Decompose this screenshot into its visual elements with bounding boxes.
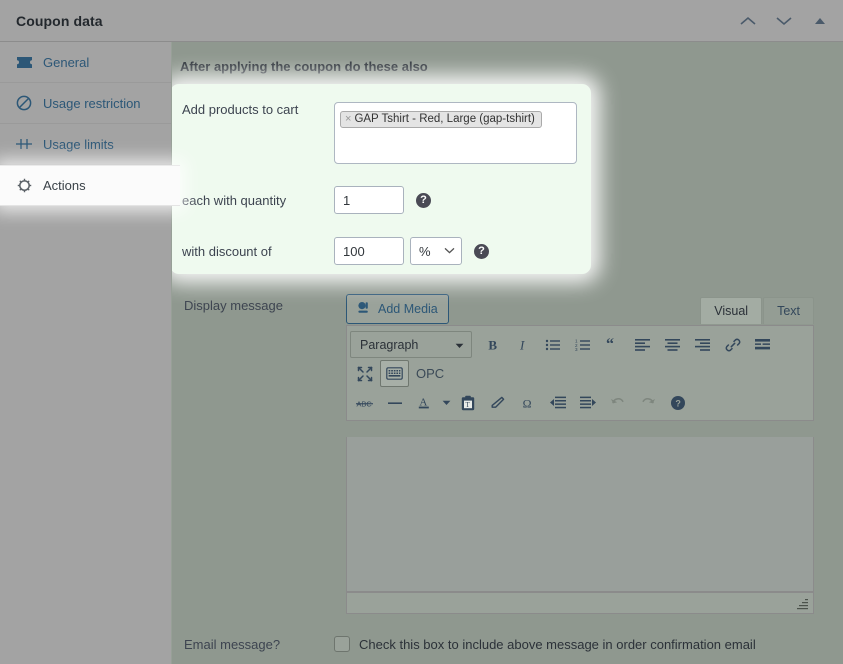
actions-panel-content: After applying the coupon do these also … bbox=[172, 42, 843, 664]
quantity-input[interactable]: 1 bbox=[334, 186, 404, 214]
panel-header: Coupon data bbox=[0, 0, 843, 42]
svg-text:I: I bbox=[519, 337, 525, 352]
tab-text[interactable]: Text bbox=[763, 297, 814, 324]
limits-icon bbox=[14, 134, 34, 154]
format-select-value: Paragraph bbox=[360, 337, 419, 352]
editor-toolbar: Paragraph B I 1 2 3 “ OPC ABC A T Ω ? bbox=[346, 325, 814, 421]
paste-as-text-icon[interactable]: T bbox=[453, 389, 482, 416]
page-title: Coupon data bbox=[16, 12, 103, 29]
display-message-row: Display message Add Media Visual Text Pa… bbox=[184, 294, 824, 614]
special-character-icon[interactable]: Ω bbox=[513, 389, 542, 416]
sidebar-item-actions[interactable]: Actions bbox=[0, 165, 180, 206]
editor-top-bar: Add Media Visual Text bbox=[346, 294, 814, 326]
discount-unit-select[interactable]: % bbox=[410, 237, 462, 265]
horizontal-rule-icon[interactable] bbox=[380, 389, 409, 416]
svg-text:T: T bbox=[465, 401, 470, 409]
discount-label: with discount of bbox=[182, 243, 272, 259]
align-right-icon[interactable] bbox=[688, 331, 717, 358]
editor-status-bar bbox=[346, 592, 814, 614]
sidebar-item-label: Actions bbox=[43, 178, 86, 193]
editor-resize-handle[interactable] bbox=[796, 597, 810, 611]
editor-content-area[interactable] bbox=[346, 437, 814, 592]
discount-help-icon[interactable]: ? bbox=[474, 243, 489, 259]
numbered-list-icon[interactable]: 1 2 3 bbox=[568, 331, 597, 358]
bold-icon[interactable]: B bbox=[478, 331, 507, 358]
text-color-dropdown-icon[interactable] bbox=[440, 389, 452, 416]
add-products-input[interactable]: × GAP Tshirt - Red, Large (gap-tshirt) bbox=[334, 102, 577, 164]
toggle-panel-button[interactable] bbox=[811, 12, 829, 30]
sidebar-item-usage-restriction[interactable]: Usage restriction bbox=[0, 83, 171, 124]
keyboard-shortcuts-help-icon[interactable]: ? bbox=[663, 389, 692, 416]
sidebar-item-label: General bbox=[43, 54, 90, 70]
quantity-row: each with quantity 1 ? bbox=[182, 186, 431, 214]
sidebar-item-label: Usage limits bbox=[43, 136, 114, 152]
wp-editor: Add Media Visual Text Paragraph B I 1 2 … bbox=[346, 294, 814, 614]
media-icon bbox=[357, 301, 372, 318]
svg-text:3: 3 bbox=[575, 347, 578, 352]
italic-icon[interactable]: I bbox=[508, 331, 537, 358]
email-message-checkbox-label: Check this box to include above message … bbox=[359, 636, 756, 652]
align-left-icon[interactable] bbox=[628, 331, 657, 358]
format-select[interactable]: Paragraph bbox=[350, 331, 472, 358]
email-message-label: Email message? bbox=[184, 636, 281, 652]
link-icon[interactable] bbox=[718, 331, 747, 358]
blockquote-icon[interactable]: “ bbox=[598, 331, 627, 358]
section-heading: After applying the coupon do these also bbox=[180, 59, 428, 74]
add-products-row: Add products to cart × GAP Tshirt - Red,… bbox=[182, 102, 577, 164]
undo-icon[interactable] bbox=[603, 389, 632, 416]
editor-toolbar-row-2: OPC bbox=[350, 359, 810, 388]
read-more-icon[interactable] bbox=[748, 331, 777, 358]
add-media-label: Add Media bbox=[378, 302, 438, 316]
opc-button[interactable]: OPC bbox=[410, 366, 450, 381]
discount-unit-value: % bbox=[419, 243, 431, 259]
text-color-icon[interactable]: A bbox=[410, 389, 439, 416]
chevron-down-icon bbox=[444, 246, 455, 257]
clear-formatting-icon[interactable] bbox=[483, 389, 512, 416]
email-message-checkbox[interactable] bbox=[334, 636, 350, 652]
product-token[interactable]: × GAP Tshirt - Red, Large (gap-tshirt) bbox=[340, 111, 542, 128]
chevron-down-icon bbox=[455, 338, 464, 352]
blocked-icon bbox=[14, 93, 34, 113]
move-down-button[interactable] bbox=[775, 12, 793, 30]
bulleted-list-icon[interactable] bbox=[538, 331, 567, 358]
quantity-label: each with quantity bbox=[182, 192, 287, 208]
indent-icon[interactable] bbox=[573, 389, 602, 416]
gear-icon bbox=[14, 176, 34, 196]
ticket-icon bbox=[14, 52, 34, 72]
discount-row: with discount of 100 % ? bbox=[182, 237, 489, 265]
redo-icon[interactable] bbox=[633, 389, 662, 416]
email-message-row: Email message? Check this box to include… bbox=[184, 636, 756, 652]
add-media-button[interactable]: Add Media bbox=[346, 294, 449, 324]
sidebar-item-general[interactable]: General bbox=[0, 42, 171, 83]
editor-mode-tabs: Visual Text bbox=[700, 297, 814, 324]
svg-text:“: “ bbox=[606, 338, 614, 352]
product-token-label: GAP Tshirt - Red, Large (gap-tshirt) bbox=[354, 113, 535, 125]
strikethrough-icon[interactable]: ABC bbox=[350, 389, 379, 416]
fullscreen-icon[interactable] bbox=[350, 360, 379, 387]
sidebar-item-label: Usage restriction bbox=[43, 95, 141, 111]
svg-text:B: B bbox=[488, 337, 497, 352]
header-actions bbox=[739, 12, 829, 30]
toolbar-toggle-icon[interactable] bbox=[380, 360, 409, 387]
align-center-icon[interactable] bbox=[658, 331, 687, 358]
remove-token-icon[interactable]: × bbox=[345, 113, 351, 125]
svg-text:Ω: Ω bbox=[522, 396, 531, 410]
quantity-help-icon[interactable]: ? bbox=[416, 192, 431, 208]
coupon-data-panel: Coupon data General Usage restriction Us… bbox=[0, 0, 843, 664]
add-products-label: Add products to cart bbox=[182, 102, 299, 117]
discount-input[interactable]: 100 bbox=[334, 237, 404, 265]
editor-toolbar-row-1: Paragraph B I 1 2 3 “ bbox=[350, 330, 810, 359]
svg-text:?: ? bbox=[675, 398, 681, 408]
coupon-actions-highlight-panel: Add products to cart × GAP Tshirt - Red,… bbox=[172, 84, 591, 274]
editor-toolbar-row-3: ABC A T Ω ? bbox=[350, 388, 810, 417]
sidebar-item-usage-limits[interactable]: Usage limits bbox=[0, 124, 171, 165]
outdent-icon[interactable] bbox=[543, 389, 572, 416]
move-up-button[interactable] bbox=[739, 12, 757, 30]
tab-visual[interactable]: Visual bbox=[700, 297, 763, 324]
coupon-data-sidebar: General Usage restriction Usage limits A… bbox=[0, 42, 180, 664]
